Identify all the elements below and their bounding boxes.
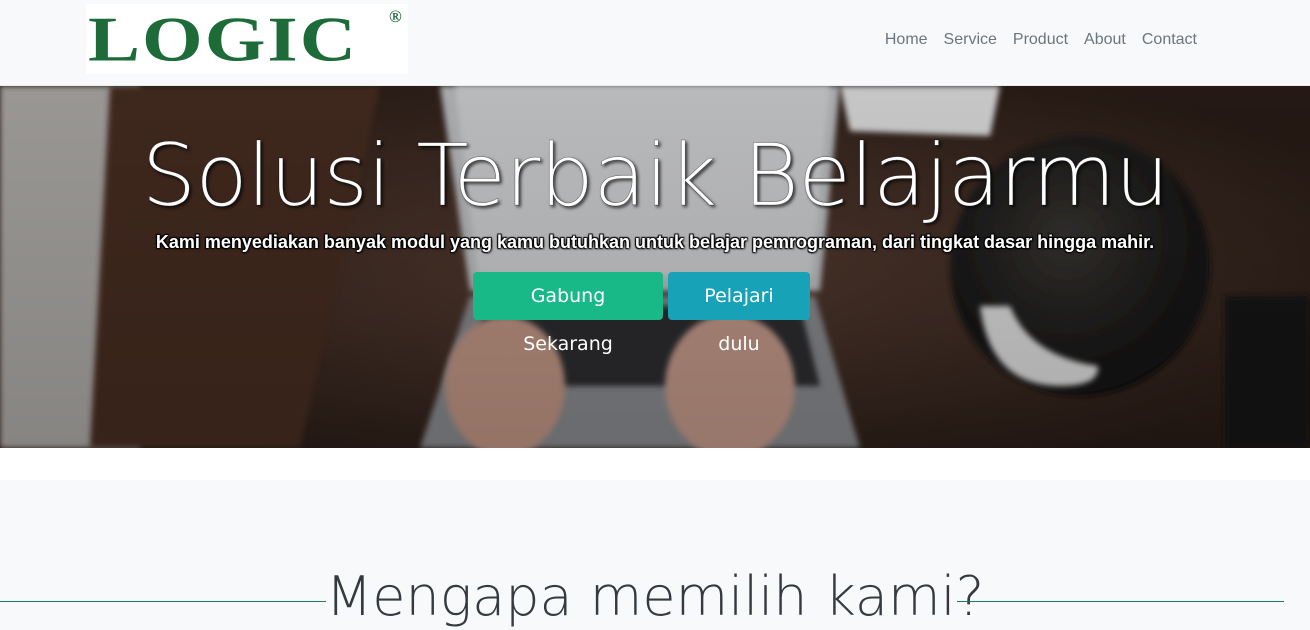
- nav-link-service[interactable]: Service: [944, 28, 997, 52]
- registered-mark: ®: [389, 7, 402, 26]
- hero-section: Solusi Terbaik Belajarmu Kami menyediaka…: [0, 86, 1310, 448]
- section-spacer: [0, 448, 1310, 480]
- nav-link-product[interactable]: Product: [1013, 28, 1068, 52]
- brand-logo[interactable]: LOGIC ®: [86, 4, 408, 74]
- title-divider-right: [957, 601, 1284, 602]
- why-us-section: Mengapa memilih kami?: [0, 480, 1310, 629]
- navbar: LOGIC ® Home Service Product About Conta…: [0, 0, 1310, 86]
- join-now-button[interactable]: Gabung Sekarang: [473, 272, 663, 355]
- nav-link-home[interactable]: Home: [885, 28, 928, 52]
- logo-text: LOGIC: [88, 4, 359, 74]
- section-title: Mengapa memilih kami?: [325, 565, 985, 628]
- nav-link-about[interactable]: About: [1084, 28, 1126, 52]
- hero-button-group: Gabung Sekarang Pelajari dulu: [473, 272, 810, 355]
- hero-subtitle: Kami menyediakan banyak modul yang kamu …: [155, 232, 1155, 252]
- nav-link-contact[interactable]: Contact: [1142, 28, 1197, 52]
- hero-title: Solusi Terbaik Belajarmu: [141, 126, 1169, 227]
- learn-first-button[interactable]: Pelajari dulu: [668, 272, 810, 355]
- nav-menu: Home Service Product About Contact: [885, 28, 1197, 52]
